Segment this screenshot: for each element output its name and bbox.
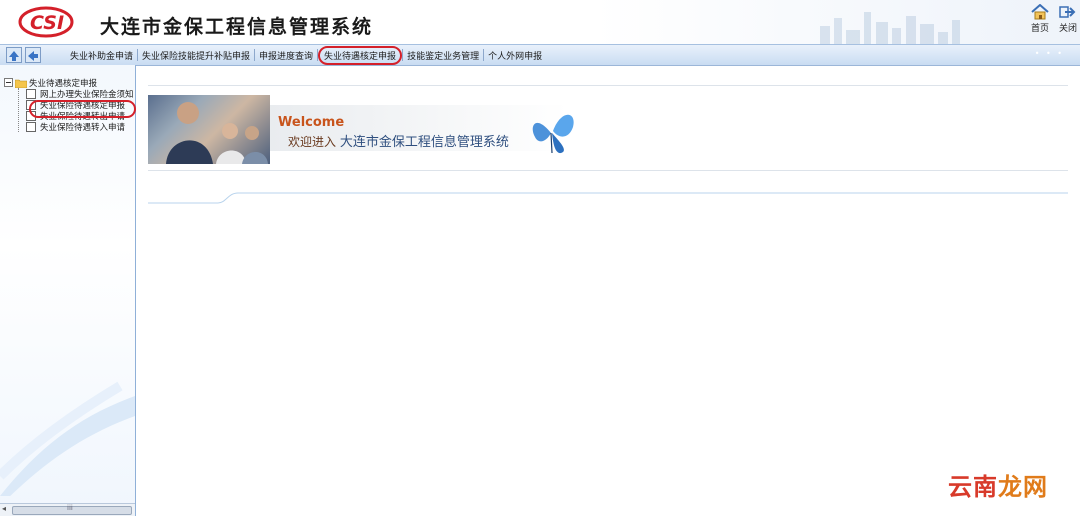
welcome-banner: Welcome 欢迎进入 大连市金保工程信息管理系统 [148,95,578,164]
tree-root[interactable]: 失业待遇核定申报 [4,77,134,89]
tree-item-transfer-in[interactable]: 失业保险待遇转入申请 [26,121,134,133]
sidebar-swoosh-decoration [0,381,135,496]
close-label: 关闭 [1058,24,1077,34]
nav-back-button[interactable] [25,47,41,63]
welcome-prefix: 欢迎进入 [288,135,337,149]
menu-item-benefit-declaration[interactable]: 失业待遇核定申报 [318,45,403,65]
welcome-system-name: 大连市金保工程信息管理系统 [339,135,509,150]
scrollbar-thumb[interactable]: iii [12,504,132,515]
menu-item-unemployment-subsidy[interactable]: 失业补助金申请 [66,49,137,62]
menu-item-progress-query[interactable]: 申报进度查询 [255,49,317,62]
divider [148,85,1068,86]
business-people-image [148,95,270,164]
page-icon [26,121,36,132]
home-label: 首页 [1030,24,1049,34]
curved-divider [148,192,1068,204]
tree-item-notice[interactable]: 网上办理失业保险金须知 [26,88,134,100]
exit-arrow-icon [1059,6,1076,18]
page-icon [26,88,36,99]
menu-item-skill-appraisal[interactable]: 技能鉴定业务管理 [403,49,483,62]
welcome-heading: Welcome [278,115,345,130]
divider [148,170,1068,171]
header: CSI 大连市金保工程信息管理系统 首页 关闭 [0,0,1080,44]
csi-logo: CSI [18,6,74,38]
arrow-up-icon [9,51,19,61]
welcome-subtitle: 欢迎进入 大连市金保工程信息管理系统 [288,131,509,150]
menu-item-external-declaration[interactable]: 个人外网申报 [484,49,546,62]
watermark-part2: 龙网 [998,473,1048,501]
app-title: 大连市金保工程信息管理系统 [100,16,374,38]
watermark: 云南龙网 [948,467,1048,502]
menu-item-skill-subsidy[interactable]: 失业保险技能提升补贴申报 [138,49,254,62]
menu-bar: 失业补助金申请 失业保险技能提升补贴申报 申报进度查询 失业待遇核定申报 技能鉴… [0,44,1080,66]
watermark-part1: 云南 [948,473,998,501]
sidebar-horizontal-scrollbar[interactable]: ◂ iii [0,503,135,516]
close-button[interactable]: 关闭 [1054,4,1080,34]
main-content: Welcome 欢迎进入 大连市金保工程信息管理系统 [136,65,1080,516]
skyline-decoration [820,12,960,44]
arrow-left-icon [28,51,38,61]
home-icon [1031,4,1049,20]
toolbar-dots-decoration: • • • [1034,49,1064,58]
tree-connector [18,88,19,132]
scroll-grip: iii [67,504,73,512]
scroll-left-icon[interactable]: ◂ [2,504,6,513]
home-button[interactable]: 首页 [1026,4,1054,34]
svg-text:CSI: CSI [30,12,64,34]
tree-item-label: 失业保险待遇转入申请 [40,122,126,133]
nav-up-button[interactable] [6,47,22,63]
collapse-minus-icon[interactable] [4,78,13,87]
selected-item-annotation [29,100,136,118]
top-menu: 失业补助金申请 失业保险技能提升补贴申报 申报进度查询 失业待遇核定申报 技能鉴… [66,45,546,65]
folder-icon [15,79,27,88]
sidebar: 失业待遇核定申报 网上办理失业保险金须知 失业保险待遇核定申报 失业保险待遇转出… [0,65,136,516]
people-illustration [166,102,268,164]
butterfly-icon [532,114,574,154]
